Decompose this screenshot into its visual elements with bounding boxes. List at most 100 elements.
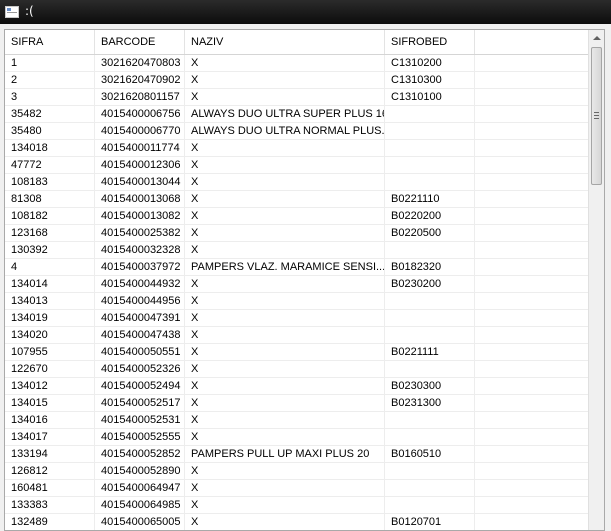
cell-empty[interactable] <box>475 310 589 326</box>
table-row[interactable]: 133194 4015400052852 PAMPERS PULL UP MAXI … <box>5 446 589 463</box>
cell-naziv[interactable]: PAMPERS PULL UP MAXI PLUS 20 <box>185 446 385 462</box>
cell-sifra[interactable]: 35480 <box>5 123 95 139</box>
cell-barcode[interactable]: 4015400052517 <box>95 395 185 411</box>
table-row[interactable]: 123168 4015400025382 X B0220500 <box>5 225 589 242</box>
cell-sifrobed[interactable]: C1310200 <box>385 55 475 71</box>
cell-naziv[interactable]: X <box>185 514 385 530</box>
table-row[interactable]: 134014 4015400044932 X B0230200 <box>5 276 589 293</box>
cell-naziv[interactable]: X <box>185 225 385 241</box>
cell-barcode[interactable]: 4015400052494 <box>95 378 185 394</box>
cell-naziv[interactable]: X <box>185 463 385 479</box>
table-row[interactable]: 47772 4015400012306 X <box>5 157 589 174</box>
cell-sifra[interactable]: 134020 <box>5 327 95 343</box>
scrollbar-thumb[interactable] <box>591 47 602 185</box>
cell-naziv[interactable]: X <box>185 480 385 496</box>
cell-empty[interactable] <box>475 327 589 343</box>
cell-sifra[interactable]: 160481 <box>5 480 95 496</box>
cell-sifrobed[interactable] <box>385 463 475 479</box>
cell-empty[interactable] <box>475 344 589 360</box>
cell-empty[interactable] <box>475 242 589 258</box>
table-row[interactable]: 3 3021620801157 X C1310100 <box>5 89 589 106</box>
cell-naziv[interactable]: X <box>185 208 385 224</box>
cell-naziv[interactable]: X <box>185 344 385 360</box>
cell-empty[interactable] <box>475 395 589 411</box>
cell-empty[interactable] <box>475 429 589 445</box>
cell-empty[interactable] <box>475 463 589 479</box>
cell-barcode[interactable]: 4015400037972 <box>95 259 185 275</box>
cell-sifra[interactable]: 134012 <box>5 378 95 394</box>
cell-sifrobed[interactable]: B0221111 <box>385 344 475 360</box>
cell-sifrobed[interactable] <box>385 140 475 156</box>
chevron-up-icon[interactable] <box>589 30 604 47</box>
cell-sifra[interactable]: 134019 <box>5 310 95 326</box>
cell-sifrobed[interactable] <box>385 361 475 377</box>
cell-sifrobed[interactable] <box>385 327 475 343</box>
cell-barcode[interactable]: 4015400013082 <box>95 208 185 224</box>
cell-empty[interactable] <box>475 140 589 156</box>
cell-sifrobed[interactable]: C1310300 <box>385 72 475 88</box>
cell-empty[interactable] <box>475 174 589 190</box>
cell-empty[interactable] <box>475 378 589 394</box>
cell-empty[interactable] <box>475 106 589 122</box>
cell-sifrobed[interactable] <box>385 310 475 326</box>
cell-sifra[interactable]: 133194 <box>5 446 95 462</box>
table-row[interactable]: 108182 4015400013082 X B0220200 <box>5 208 589 225</box>
column-header-sifrobed[interactable]: SIFROBED <box>385 30 475 54</box>
cell-sifra[interactable]: 4 <box>5 259 95 275</box>
table-row[interactable]: 107955 4015400050551 X B0221111 <box>5 344 589 361</box>
cell-sifra[interactable]: 134016 <box>5 412 95 428</box>
cell-sifrobed[interactable]: B0230200 <box>385 276 475 292</box>
cell-sifrobed[interactable]: B0230300 <box>385 378 475 394</box>
table-row[interactable]: 132489 4015400065005 X B0120701 <box>5 514 589 530</box>
cell-sifra[interactable]: 81308 <box>5 191 95 207</box>
table-row[interactable]: 81308 4015400013068 X B0221110 <box>5 191 589 208</box>
cell-sifrobed[interactable] <box>385 242 475 258</box>
cell-sifra[interactable]: 1 <box>5 55 95 71</box>
cell-sifrobed[interactable] <box>385 106 475 122</box>
cell-empty[interactable] <box>475 55 589 71</box>
cell-empty[interactable] <box>475 259 589 275</box>
cell-barcode[interactable]: 4015400025382 <box>95 225 185 241</box>
cell-sifra[interactable]: 108183 <box>5 174 95 190</box>
cell-sifrobed[interactable] <box>385 480 475 496</box>
window-app-icon[interactable] <box>5 6 19 18</box>
cell-sifrobed[interactable]: B0231300 <box>385 395 475 411</box>
cell-sifra[interactable]: 123168 <box>5 225 95 241</box>
cell-empty[interactable] <box>475 89 589 105</box>
cell-barcode[interactable]: 4015400052852 <box>95 446 185 462</box>
cell-naziv[interactable]: X <box>185 191 385 207</box>
cell-sifrobed[interactable]: C1310100 <box>385 89 475 105</box>
cell-sifra[interactable]: 134013 <box>5 293 95 309</box>
cell-barcode[interactable]: 4015400047391 <box>95 310 185 326</box>
cell-sifra[interactable]: 130392 <box>5 242 95 258</box>
cell-naziv[interactable]: X <box>185 72 385 88</box>
cell-sifra[interactable]: 132489 <box>5 514 95 530</box>
cell-naziv[interactable]: X <box>185 242 385 258</box>
table-row[interactable]: 130392 4015400032328 X <box>5 242 589 259</box>
cell-naziv[interactable]: X <box>185 89 385 105</box>
cell-empty[interactable] <box>475 157 589 173</box>
cell-sifrobed[interactable]: B0220200 <box>385 208 475 224</box>
cell-barcode[interactable]: 4015400065005 <box>95 514 185 530</box>
cell-sifra[interactable]: 122670 <box>5 361 95 377</box>
cell-sifra[interactable]: 47772 <box>5 157 95 173</box>
cell-barcode[interactable]: 4015400013044 <box>95 174 185 190</box>
cell-barcode[interactable]: 3021620801157 <box>95 89 185 105</box>
table-row[interactable]: 2 3021620470902 X C1310300 <box>5 72 589 89</box>
cell-sifrobed[interactable] <box>385 157 475 173</box>
cell-naziv[interactable]: X <box>185 157 385 173</box>
table-row[interactable]: 134017 4015400052555 X <box>5 429 589 446</box>
title-bar[interactable]: :( <box>0 0 611 24</box>
cell-sifrobed[interactable]: B0160510 <box>385 446 475 462</box>
cell-barcode[interactable]: 4015400052555 <box>95 429 185 445</box>
cell-naziv[interactable]: X <box>185 395 385 411</box>
cell-sifra[interactable]: 134018 <box>5 140 95 156</box>
cell-sifrobed[interactable]: B0120701 <box>385 514 475 530</box>
table-row[interactable]: 4 4015400037972 PAMPERS VLAZ. MARAMICE SEN… <box>5 259 589 276</box>
data-grid[interactable]: SIFRA BARCODE NAZIV SIFROBED 1 3021620470… <box>4 29 605 531</box>
cell-sifrobed[interactable] <box>385 412 475 428</box>
cell-sifra[interactable]: 126812 <box>5 463 95 479</box>
column-header-naziv[interactable]: NAZIV <box>185 30 385 54</box>
cell-barcode[interactable]: 4015400064985 <box>95 497 185 513</box>
cell-sifra[interactable]: 35482 <box>5 106 95 122</box>
